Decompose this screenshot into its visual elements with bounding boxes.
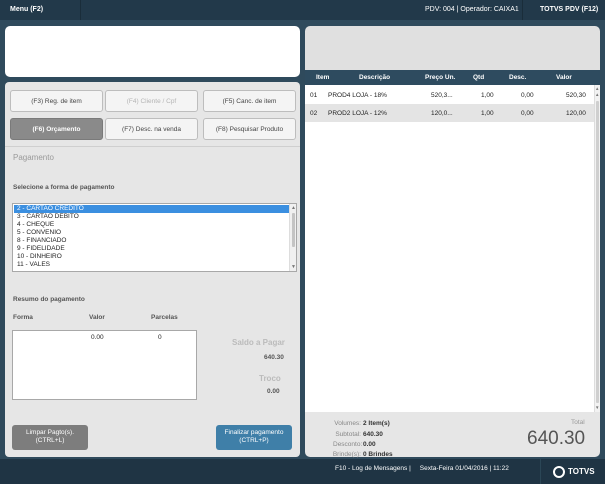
left-panel: (F3) Reg. de item (F4) Cliente / Cpf (F5…	[5, 82, 300, 457]
summary-valor: 0.00	[91, 334, 104, 341]
scroll-up-icon[interactable]: ▲	[595, 86, 599, 91]
volumes-value: 2 Item(s)	[363, 420, 390, 427]
grid-col-preco: Preço Un.	[425, 74, 456, 81]
subtotal-label: Subtotal:	[335, 431, 361, 438]
row-descricao: PROD4 LOJA - 18%	[328, 92, 387, 99]
saldo-label: Saldo a Pagar	[232, 338, 285, 347]
summary-title: Resumo do pagamento	[13, 296, 85, 303]
col-forma: Forma	[13, 314, 33, 321]
troco-label: Troco	[259, 374, 281, 383]
row-preco: 520,3...	[431, 92, 453, 99]
payment-option[interactable]: 4 - CHEQUE	[14, 221, 289, 229]
scroll-thumb[interactable]	[596, 101, 599, 403]
totvs-logo-text: TOTVS	[568, 467, 595, 476]
row-desc: 0,00	[521, 110, 534, 117]
subtotal-value: 640.30	[363, 431, 383, 438]
col-valor: Valor	[89, 314, 105, 321]
payment-option[interactable]: 3 - CARTAO DEBITO	[14, 213, 289, 221]
scroll-thumb[interactable]	[292, 213, 295, 247]
divider	[522, 0, 523, 20]
scroll-down-icon[interactable]: ▼	[595, 405, 599, 410]
pagamento-title: Pagamento	[13, 153, 54, 162]
desconto-value: 0.00	[363, 441, 376, 448]
grid-scrollbar[interactable]: ▲ ▲ ▼	[594, 85, 600, 412]
pdv-operator-info: PDV: 004 | Operador: CAIXA1	[425, 6, 519, 13]
scroll-up-icon[interactable]: ▲	[291, 205, 296, 211]
table-row[interactable]: 01 PROD4 LOJA - 18% 520,3... 1,00 0,00 5…	[305, 86, 594, 104]
select-payment-label: Selecione a forma de pagamento	[13, 184, 115, 191]
orcamento-button[interactable]: (F6) Orçamento	[10, 118, 103, 140]
cliente-cpf-button[interactable]: (F4) Cliente / Cpf	[105, 90, 198, 112]
finalizar-shortcut: (CTRL+P)	[239, 437, 269, 444]
payment-option[interactable]: 10 - DINHEIRO	[14, 253, 289, 261]
desc-venda-button[interactable]: (F7) Desc. na venda	[105, 118, 198, 140]
row-qtd: 1,00	[481, 92, 494, 99]
total-label: Total	[571, 419, 585, 426]
payment-option[interactable]: 2 - CARTAO CREDITO	[14, 205, 289, 213]
menu-button[interactable]: Menu (F2)	[10, 0, 43, 20]
grid-header: Item Descrição Preço Un. Qtd Desc. Valor	[305, 70, 600, 85]
payment-option[interactable]: 8 - FINANCIADO	[14, 237, 289, 245]
finalizar-pagamento-button[interactable]: Finalizar pagamento (CTRL+P)	[216, 425, 292, 450]
payment-option[interactable]: 9 - FIDELIDADE	[14, 245, 289, 253]
payment-method-list[interactable]: 2 - CARTAO CREDITO 3 - CARTAO DEBITO 4 -…	[12, 203, 297, 272]
volumes-label: Volumes:	[334, 420, 361, 427]
pesquisar-produto-button[interactable]: (F8) Pesquisar Produto	[203, 118, 296, 140]
col-parcelas: Parcelas	[151, 314, 178, 321]
brindes-value: 0 Brindes	[363, 451, 393, 458]
limpar-shortcut: (CTRL+L)	[35, 437, 65, 444]
desconto-label: Desconto:	[333, 441, 363, 448]
row-desc: 0,00	[521, 92, 534, 99]
divider	[540, 459, 541, 484]
limpar-label: Limpar Pagto(s).	[25, 429, 75, 436]
finalizar-label: Finalizar pagamento	[224, 429, 284, 436]
divider	[5, 146, 300, 147]
payment-option[interactable]: 11 - VALES	[14, 261, 289, 269]
row-item: 02	[310, 110, 318, 117]
right-header-panel	[305, 26, 600, 70]
row-valor: 120,00	[566, 110, 586, 117]
row-preco: 120,0...	[431, 110, 453, 117]
scroll-up-icon[interactable]: ▲	[595, 92, 599, 97]
row-descricao: PROD2 LOJA - 12%	[328, 110, 387, 117]
grid-col-qtd: Qtd	[473, 74, 485, 81]
reg-item-button[interactable]: (F3) Reg. de item	[10, 90, 103, 112]
grid-col-desc: Desc.	[509, 74, 527, 81]
payment-summary-table[interactable]: 0.00 0	[12, 330, 197, 400]
limpar-pagto-button[interactable]: Limpar Pagto(s). (CTRL+L)	[12, 425, 88, 450]
table-row[interactable]: 02 PROD2 LOJA - 12% 120,0... 1,00 0,00 1…	[305, 104, 594, 122]
totvs-logo-icon	[553, 466, 565, 478]
product-display-panel	[5, 26, 300, 77]
row-item: 01	[310, 92, 318, 99]
scroll-down-icon[interactable]: ▼	[291, 264, 296, 270]
payment-option[interactable]: 5 - CONVENIO	[14, 229, 289, 237]
brindes-label: Brinde(s):	[332, 451, 361, 458]
total-value: 640.30	[527, 428, 586, 449]
footer-bar: F10 - Log de Mensagens | Sexta-Feira 01/…	[0, 459, 605, 484]
row-qtd: 1,00	[481, 110, 494, 117]
saldo-value: 640.30	[264, 354, 284, 361]
status-text: F10 - Log de Mensagens | Sexta-Feira 01/…	[335, 465, 509, 472]
totvs-pdv-button[interactable]: TOTVS PDV (F12)	[540, 0, 598, 20]
summary-parcelas: 0	[158, 334, 162, 341]
grid-col-valor: Valor	[556, 74, 572, 81]
payment-method-items: 2 - CARTAO CREDITO 3 - CARTAO DEBITO 4 -…	[14, 205, 289, 269]
grid-col-descricao: Descrição	[359, 74, 391, 81]
top-bar: Menu (F2) PDV: 004 | Operador: CAIXA1 TO…	[0, 0, 605, 20]
grid-col-item: Item	[316, 74, 330, 81]
items-grid: Item Descrição Preço Un. Qtd Desc. Valor…	[305, 70, 600, 412]
canc-item-button[interactable]: (F5) Canc. de item	[203, 90, 296, 112]
troco-value: 0.00	[267, 388, 280, 395]
totals-panel: Volumes: 2 Item(s) Subtotal: 640.30 Desc…	[305, 412, 600, 458]
list-scrollbar[interactable]: ▲ ▼	[289, 204, 296, 271]
row-valor: 520,30	[566, 92, 586, 99]
divider	[80, 0, 81, 20]
